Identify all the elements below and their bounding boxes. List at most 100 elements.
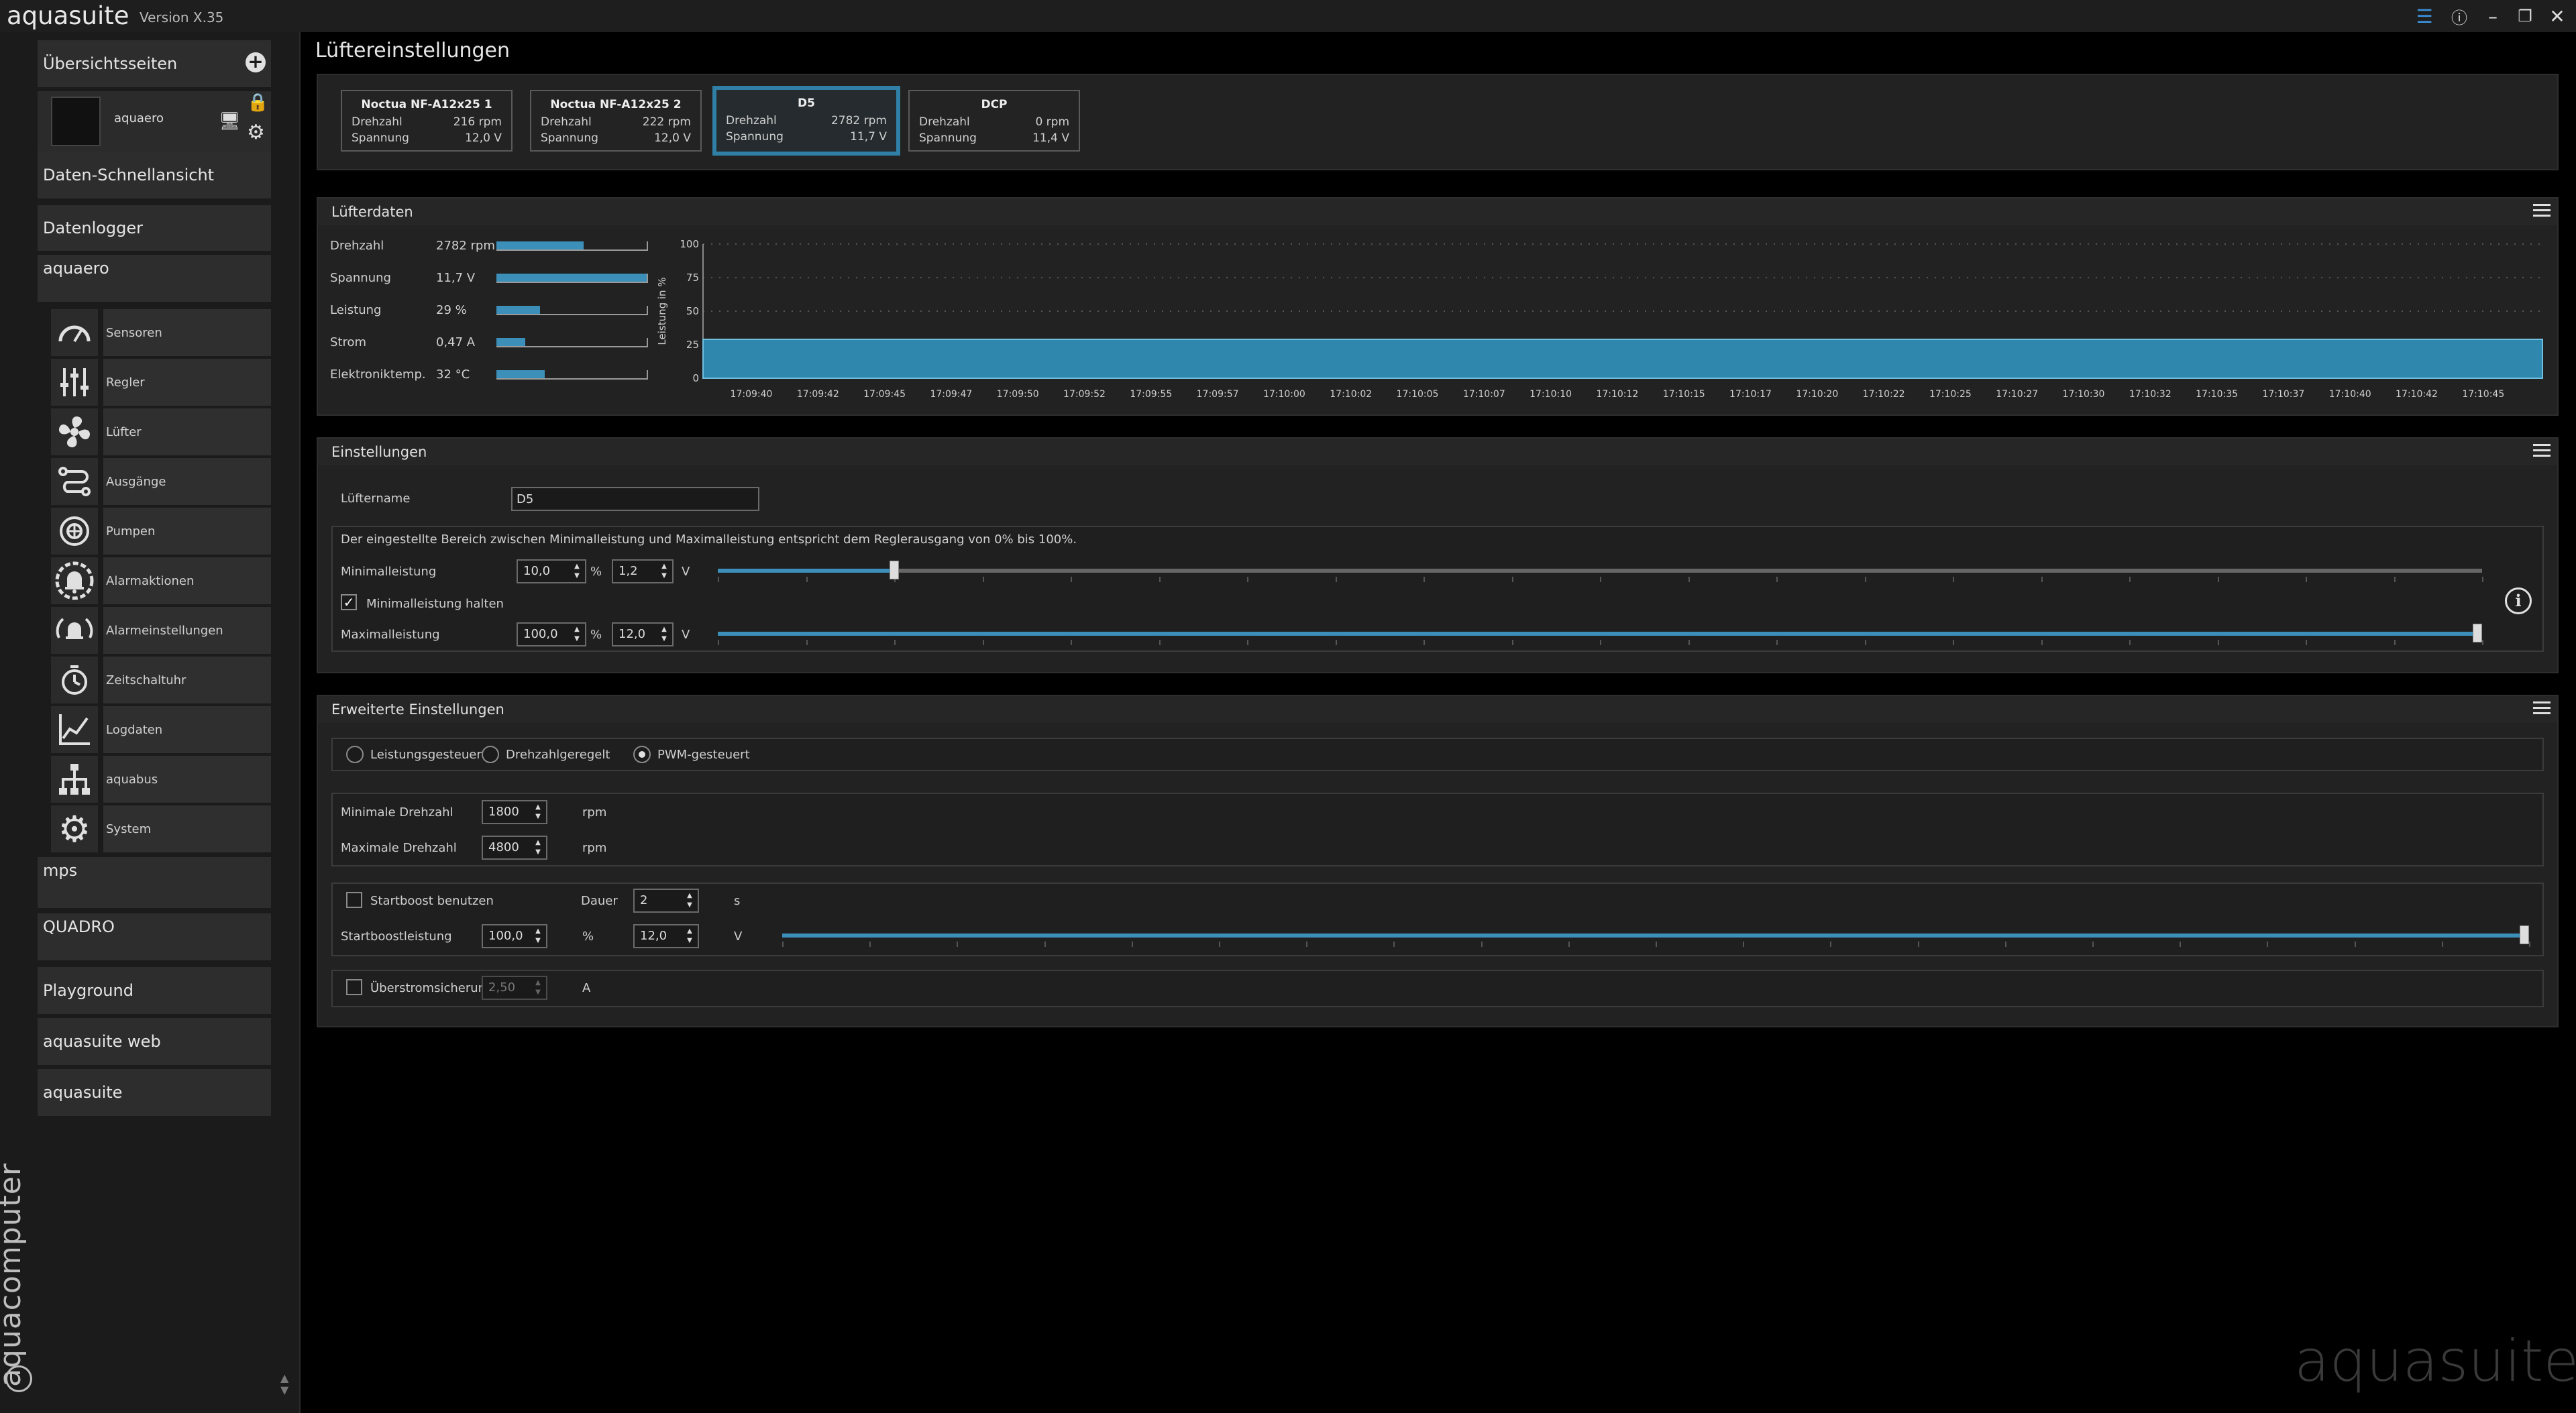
fan-card-1[interactable]: Noctua NF-A12x25 1 Drehzahl 216 rpm Spann…	[341, 90, 513, 152]
sidebar: Übersichtsseiten + aquaero 🖥 🔒 ⚙ Daten-S…	[0, 32, 301, 1413]
sidebar-item-quadro[interactable]: QUADRO	[38, 913, 271, 960]
unit-percent: %	[590, 628, 602, 642]
overcurrent-spinner[interactable]: 2,50 ▲ ▼	[482, 976, 547, 1000]
sidebar-item-mps[interactable]: mps	[38, 857, 271, 908]
boost-power-slider[interactable]	[782, 924, 2530, 951]
sidebar-sub-system[interactable]: ⚙ System	[51, 805, 271, 852]
min-rpm-spinner[interactable]: 1800 ▲ ▼	[482, 800, 547, 824]
sidebar-sub-label: Ausgänge	[103, 458, 271, 505]
sidebar-item-datalogger[interactable]: Datenlogger	[38, 205, 271, 251]
fan-data-label: Spannung	[330, 271, 391, 285]
sidebar-sub-sensoren[interactable]: Sensoren	[51, 309, 271, 356]
restore-button[interactable]: ❐	[2509, 0, 2541, 32]
settings-gear-icon[interactable]: ⚙	[247, 121, 265, 144]
slider-tick	[1306, 942, 1308, 947]
fan-card-3[interactable]: D5 Drehzahl 2782 rpm Spannung 11,7 V	[712, 86, 900, 156]
chart-ytick-label: 50	[686, 305, 699, 317]
chart-xtick-label: 17:10:37	[2262, 389, 2304, 400]
device-tile[interactable]: aquaero 🖥 🔒 ⚙	[38, 91, 271, 152]
fan-data-bar	[496, 274, 648, 283]
sidebar-sub-luefter[interactable]: Lüfter	[51, 408, 271, 455]
sidebar-item-aquaero[interactable]: aquaero	[38, 255, 271, 302]
fan-data-label: Elektroniktemp.	[330, 368, 426, 382]
sidebar-item-aquasuite-web[interactable]: aquasuite web	[38, 1018, 271, 1065]
min-volt-spinner[interactable]: 1,2 ▲ ▼	[612, 559, 674, 583]
spinner-arrows-icon[interactable]: ▲ ▼	[657, 625, 671, 645]
fan-card-voltage: 11,4 V	[1032, 131, 1069, 145]
spinner-arrows-icon[interactable]: ▲ ▼	[570, 562, 584, 582]
lock-icon[interactable]: 🔒	[247, 93, 268, 113]
slider-thumb[interactable]	[2473, 624, 2482, 642]
overcurrent-label: Überstromsicherung	[370, 981, 494, 995]
minimize-button[interactable]: –	[2477, 0, 2509, 32]
hold-min-label: Minimalleistung halten	[366, 597, 504, 611]
boost-percent-spinner[interactable]: 100,0 ▲ ▼	[482, 924, 547, 948]
max-rpm-spinner[interactable]: 4800 ▲ ▼	[482, 836, 547, 860]
fan-data-menu-icon[interactable]	[2533, 204, 2551, 220]
sidebar-sub-regler[interactable]: Regler	[51, 359, 271, 406]
spinner-arrows-icon[interactable]: ▲ ▼	[531, 978, 545, 999]
chart-ytick-label: 0	[692, 372, 699, 384]
sidebar-item-aquasuite[interactable]: aquasuite	[38, 1069, 271, 1116]
min-power-slider[interactable]	[718, 559, 2483, 586]
hold-min-checkbox[interactable]: ✓	[341, 594, 357, 610]
sidebar-sub-pumpen[interactable]: Pumpen	[51, 508, 271, 555]
fan-card-4[interactable]: DCP Drehzahl 0 rpm Spannung 11,4 V	[908, 90, 1080, 152]
sidebar-sub-ausgaenge[interactable]: Ausgänge	[51, 458, 271, 505]
slider-tick	[806, 577, 808, 582]
add-page-icon[interactable]: +	[246, 52, 266, 72]
spinner-arrows-icon[interactable]: ▲ ▼	[683, 927, 696, 947]
sidebar-sub-alarmeinstellungen[interactable]: Alarmeinstellungen	[51, 607, 271, 654]
slider-tick	[718, 640, 719, 645]
min-volt-value: 1,2	[619, 564, 638, 578]
sidebar-sub-aquabus[interactable]: aquabus	[51, 756, 271, 803]
duration-spinner[interactable]: 2 ▲ ▼	[633, 889, 699, 913]
sidebar-item-quickview[interactable]: Daten-Schnellansicht	[38, 152, 271, 199]
monitor-icon[interactable]: 🖥	[219, 111, 241, 131]
mode-power-label: Leistungsgesteuert	[370, 748, 486, 762]
spinner-arrows-icon[interactable]: ▲ ▼	[531, 838, 545, 858]
settings-menu-icon[interactable]	[2533, 444, 2551, 460]
slider-thumb[interactable]	[2520, 925, 2529, 944]
spinner-arrows-icon[interactable]: ▲ ▼	[657, 562, 671, 582]
overcurrent-checkbox[interactable]	[346, 979, 362, 995]
rpm-unit: rpm	[582, 841, 607, 855]
overview-pages-item[interactable]: Übersichtsseiten +	[38, 40, 271, 87]
spinner-arrows-icon[interactable]: ▲ ▼	[531, 803, 545, 823]
fan-card-title: DCP	[981, 98, 1008, 111]
slider-tick	[1656, 942, 1657, 947]
network-icon	[51, 756, 98, 803]
fan-data-value: 0,47 A	[436, 335, 476, 349]
fan-card-2[interactable]: Noctua NF-A12x25 2 Drehzahl 222 rpm Spann…	[530, 90, 702, 152]
sidebar-scroll-arrows[interactable]: ▲ ▼	[280, 1372, 291, 1399]
sidebar-sub-zeitschaltuhr[interactable]: Zeitschaltuhr	[51, 657, 271, 703]
rpm-unit: rpm	[582, 805, 607, 819]
min-power-label: Minimalleistung	[341, 565, 437, 579]
slider-thumb[interactable]	[890, 561, 899, 579]
info-circle-icon[interactable]: i	[2505, 587, 2532, 614]
sidebar-item-playground[interactable]: Playground	[38, 967, 271, 1014]
max-power-slider[interactable]	[718, 622, 2483, 649]
advanced-menu-icon[interactable]	[2533, 701, 2551, 718]
spinner-arrows-icon[interactable]: ▲ ▼	[570, 625, 584, 645]
sidebar-sub-logdaten[interactable]: Logdaten	[51, 706, 271, 753]
min-percent-spinner[interactable]: 10,0 ▲ ▼	[517, 559, 586, 583]
max-volt-spinner[interactable]: 12,0 ▲ ▼	[612, 622, 674, 646]
close-button[interactable]: ✕	[2541, 0, 2573, 32]
fan-name-input[interactable]	[511, 487, 759, 511]
startboost-checkbox[interactable]	[346, 892, 362, 908]
slider-tick	[894, 640, 896, 645]
unit-percent: %	[590, 565, 602, 579]
chart-xtick-label: 17:10:22	[1863, 389, 1905, 400]
sidebar-sub-alarmaktionen[interactable]: Alarmaktionen	[51, 557, 271, 604]
mode-pwm-radio[interactable]	[633, 746, 651, 763]
max-percent-spinner[interactable]: 100,0 ▲ ▼	[517, 622, 586, 646]
layers-icon[interactable]: ☰	[2408, 0, 2440, 32]
mode-power-radio[interactable]	[346, 746, 364, 763]
spinner-arrows-icon[interactable]: ▲ ▼	[683, 891, 696, 911]
mode-rpm-radio[interactable]	[482, 746, 499, 763]
spinner-arrows-icon[interactable]: ▲ ▼	[531, 927, 545, 947]
fan-data-value: 32 °C	[436, 368, 470, 382]
boost-volt-spinner[interactable]: 12,0 ▲ ▼	[633, 924, 699, 948]
info-icon[interactable]: ⓘ	[2443, 0, 2475, 32]
